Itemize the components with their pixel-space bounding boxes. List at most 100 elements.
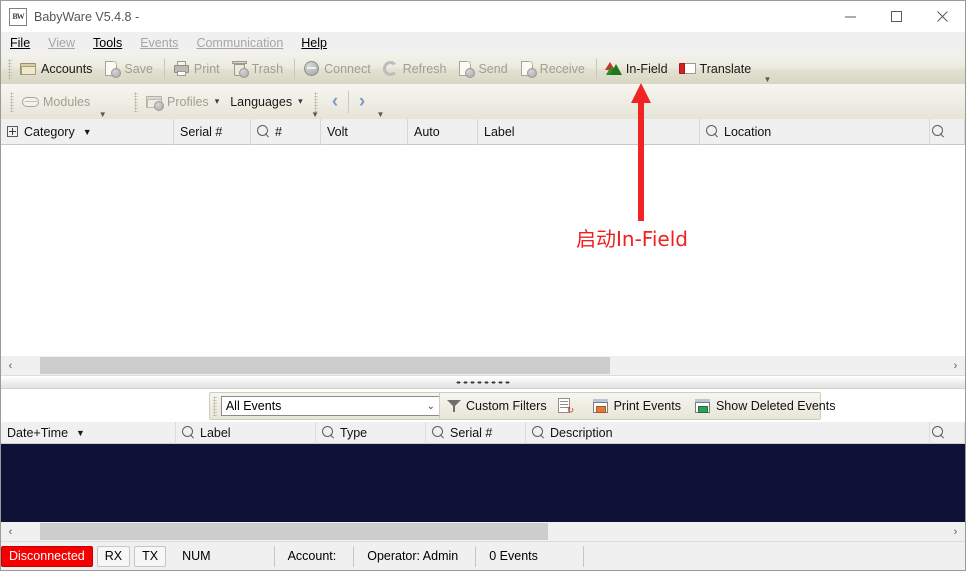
status-bar: Disconnected RX TX NUM Account: Operator… bbox=[1, 541, 965, 570]
scroll-left-icon[interactable]: ‹ bbox=[1, 522, 20, 541]
column-header-location[interactable]: Location bbox=[700, 118, 930, 145]
events-scroll-thumb[interactable] bbox=[40, 523, 548, 540]
scroll-right-icon[interactable]: › bbox=[946, 522, 965, 541]
nav-previous-button[interactable]: ‹ bbox=[322, 89, 348, 115]
panel-splitter[interactable] bbox=[1, 375, 965, 389]
babyware-window: BW BabyWare V5.4.8 - File View Tools Eve… bbox=[0, 0, 966, 571]
search-icon[interactable] bbox=[257, 124, 271, 139]
events-filter-grip[interactable] bbox=[213, 396, 217, 416]
menu-file[interactable]: File bbox=[1, 34, 39, 52]
main-toolbar: Accounts Save Print Trash Connect Refres… bbox=[1, 53, 965, 84]
column-header-number[interactable]: # bbox=[251, 118, 321, 145]
search-icon[interactable] bbox=[182, 425, 196, 440]
translate-button[interactable]: Translate bbox=[675, 57, 759, 81]
events-column-description[interactable]: Description bbox=[526, 421, 930, 444]
modules-toolbar-grip[interactable] bbox=[10, 91, 14, 112]
accounts-grid-body[interactable] bbox=[1, 145, 965, 356]
babyware-icon: BW bbox=[9, 7, 27, 26]
close-button[interactable] bbox=[919, 2, 965, 32]
search-icon[interactable] bbox=[706, 124, 720, 139]
menu-view[interactable]: View bbox=[39, 34, 84, 52]
search-icon[interactable] bbox=[322, 425, 336, 440]
nav-toolbar-grip[interactable] bbox=[314, 91, 318, 112]
accounts-button[interactable]: Accounts bbox=[16, 57, 99, 81]
tree-infield-icon bbox=[604, 60, 622, 77]
scroll-left-icon[interactable]: ‹ bbox=[1, 356, 20, 375]
save-button-label: Save bbox=[124, 61, 153, 76]
globe-connect-icon bbox=[303, 60, 320, 77]
maximize-button[interactable] bbox=[873, 2, 919, 32]
in-field-button[interactable]: In-Field bbox=[601, 57, 675, 81]
column-header-location-label: Location bbox=[724, 124, 772, 139]
events-column-overflow[interactable] bbox=[930, 421, 965, 444]
show-deleted-events-button[interactable]: Show Deleted Events bbox=[688, 394, 843, 418]
events-horizontal-scrollbar[interactable]: ‹ › bbox=[1, 522, 965, 541]
refresh-button[interactable]: Refresh bbox=[378, 57, 454, 81]
trash-button-label: Trash bbox=[251, 61, 284, 76]
events-column-datetime[interactable]: Date+Time ▼ bbox=[1, 421, 176, 444]
profiles-toolbar-grip[interactable] bbox=[134, 91, 138, 112]
rx-indicator: RX bbox=[96, 545, 131, 567]
scroll-right-icon[interactable]: › bbox=[946, 356, 965, 375]
accounts-scroll-thumb[interactable] bbox=[40, 357, 610, 374]
custom-filters-button[interactable]: Custom Filters bbox=[440, 394, 554, 418]
minimize-button[interactable] bbox=[827, 2, 873, 32]
toolbar-overflow-button[interactable]: ▼ bbox=[762, 53, 773, 84]
operator-label: Operator: Admin bbox=[367, 549, 459, 563]
column-header-label[interactable]: Label bbox=[478, 118, 700, 145]
accounts-scroll-track[interactable] bbox=[20, 356, 946, 375]
column-header-overflow[interactable] bbox=[930, 118, 965, 145]
print-button[interactable]: Print bbox=[169, 57, 227, 81]
events-filter-select[interactable]: All Events ⌄ bbox=[220, 396, 440, 416]
toolbar-separator bbox=[163, 58, 165, 79]
refresh-event-list-button[interactable]: ↻ bbox=[554, 394, 578, 418]
search-icon[interactable] bbox=[932, 425, 946, 440]
connect-button[interactable]: Connect bbox=[299, 57, 378, 81]
chevron-down-icon[interactable]: ⌄ bbox=[427, 401, 435, 412]
receive-button[interactable]: Receive bbox=[515, 57, 592, 81]
nav-overflow-button[interactable]: ▼ bbox=[375, 84, 386, 119]
menu-help[interactable]: Help bbox=[292, 34, 336, 52]
sort-descending-icon[interactable]: ▼ bbox=[83, 127, 92, 137]
search-icon[interactable] bbox=[532, 425, 546, 440]
nav-next-button[interactable]: › bbox=[349, 89, 375, 115]
menu-tools[interactable]: Tools bbox=[84, 34, 131, 52]
trash-button[interactable]: Trash bbox=[227, 57, 291, 81]
column-header-label-label: Label bbox=[484, 124, 515, 139]
column-header-serial[interactable]: Serial # bbox=[174, 118, 251, 145]
toolbar-separator bbox=[294, 58, 296, 79]
chevron-down-icon[interactable]: ▾ bbox=[298, 96, 303, 107]
send-button[interactable]: Send bbox=[453, 57, 514, 81]
search-icon[interactable] bbox=[432, 425, 446, 440]
accounts-horizontal-scrollbar[interactable]: ‹ › bbox=[1, 356, 965, 375]
profiles-button[interactable]: Profiles ▾ bbox=[142, 90, 226, 114]
save-document-icon bbox=[103, 60, 122, 78]
modules-overflow-button[interactable]: ▼ bbox=[97, 84, 108, 119]
events-scroll-track[interactable] bbox=[20, 522, 946, 541]
print-events-button[interactable]: Print Events bbox=[586, 394, 688, 418]
expand-all-icon[interactable] bbox=[7, 126, 18, 137]
column-header-category-label: Category bbox=[24, 124, 75, 139]
events-column-type-label: Type bbox=[340, 425, 368, 440]
events-column-label[interactable]: Label bbox=[176, 421, 316, 444]
column-header-auto[interactable]: Auto bbox=[408, 118, 478, 145]
modules-button[interactable]: Modules bbox=[18, 90, 97, 114]
search-icon[interactable] bbox=[932, 124, 946, 139]
sort-descending-icon[interactable]: ▼ bbox=[76, 428, 85, 438]
events-column-type[interactable]: Type bbox=[316, 421, 426, 444]
languages-button[interactable]: Languages ▾ bbox=[226, 90, 309, 114]
toolbar-grip[interactable] bbox=[8, 58, 12, 79]
chevron-right-icon: › bbox=[358, 90, 366, 112]
events-column-serial[interactable]: Serial # bbox=[426, 421, 526, 444]
menu-communication[interactable]: Communication bbox=[187, 34, 292, 52]
column-header-category[interactable]: Category ▼ bbox=[1, 118, 174, 145]
num-indicator: NUM bbox=[182, 549, 211, 563]
printer-icon bbox=[173, 60, 190, 77]
chevron-down-icon: ▼ bbox=[763, 75, 772, 84]
save-button[interactable]: Save bbox=[99, 57, 160, 81]
chevron-down-icon[interactable]: ▾ bbox=[215, 96, 220, 107]
events-column-serial-label: Serial # bbox=[450, 425, 493, 440]
events-grid-body[interactable] bbox=[1, 444, 965, 522]
menu-events[interactable]: Events bbox=[131, 34, 187, 52]
column-header-volt[interactable]: Volt bbox=[321, 118, 408, 145]
